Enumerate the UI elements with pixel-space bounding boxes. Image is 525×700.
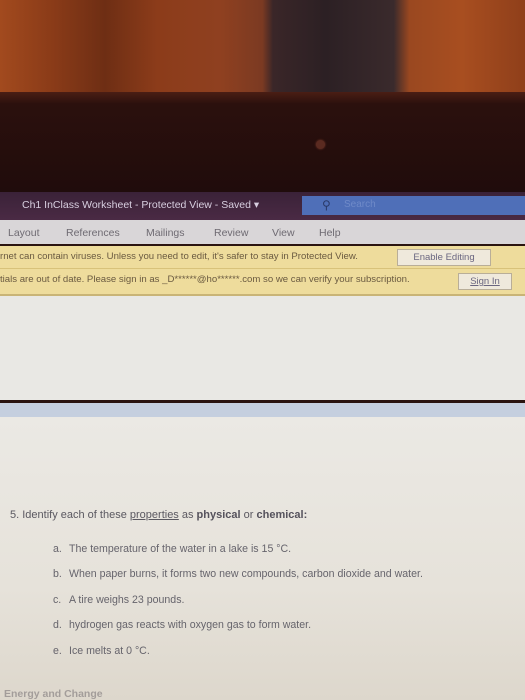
- monitor-bezel: [0, 92, 525, 192]
- signin-bar: tials are out of date. Please sign in as…: [0, 269, 525, 296]
- signin-message: tials are out of date. Please sign in as…: [0, 274, 410, 285]
- protected-view-message: rnet can contain viruses. Unless you nee…: [0, 251, 358, 262]
- item-text: The temperature of the water in a lake i…: [69, 543, 292, 555]
- properties-link: properties: [129, 509, 179, 521]
- question-text-or: or: [240, 509, 257, 521]
- question-5: 5. Identify each of these properties as …: [10, 509, 307, 521]
- protected-view-bar: rnet can contain viruses. Unless you nee…: [0, 246, 525, 269]
- ribbon-tabs: Layout References Mailings Review View H…: [0, 220, 525, 244]
- list-item: c. A tire weighs 23 pounds.: [53, 594, 184, 606]
- list-item: b. When paper burns, it forms two new com…: [53, 568, 423, 580]
- question-number: 5.: [10, 509, 20, 521]
- document-title[interactable]: Ch1 InClass Worksheet - Protected View -…: [22, 199, 259, 211]
- search-box[interactable]: ⚲ Search: [302, 196, 525, 215]
- item-label: b.: [53, 568, 62, 580]
- item-label: d.: [53, 619, 62, 631]
- question-text-pre: Identify each of these: [22, 509, 130, 521]
- list-item: e. Ice melts at 0 °C.: [53, 645, 150, 657]
- webcam-icon: [316, 140, 325, 149]
- item-label: a.: [53, 543, 62, 555]
- section-heading-energy: Energy and Change: [4, 688, 103, 700]
- tab-review[interactable]: Review: [214, 227, 248, 239]
- item-label: e.: [53, 645, 62, 657]
- item-text: A tire weighs 23 pounds.: [69, 594, 185, 606]
- page-break-gap: [0, 403, 525, 417]
- item-text: When paper burns, it forms two new compo…: [69, 568, 423, 580]
- list-item: a. The temperature of the water in a lake…: [53, 543, 291, 555]
- item-text: Ice melts at 0 °C.: [69, 645, 150, 657]
- background-wall: [0, 0, 525, 92]
- tab-help[interactable]: Help: [319, 227, 341, 239]
- question-colon: :: [303, 509, 308, 521]
- tab-view[interactable]: View: [272, 227, 295, 239]
- document-page: [0, 417, 525, 700]
- physical-bold: physical: [196, 509, 241, 521]
- item-label: c.: [53, 594, 62, 606]
- item-text: hydrogen gas reacts with oxygen gas to f…: [69, 619, 312, 631]
- title-bar: Ch1 InClass Worksheet - Protected View -…: [0, 192, 525, 220]
- search-icon: ⚲: [322, 198, 331, 212]
- tab-mailings[interactable]: Mailings: [146, 227, 185, 239]
- search-placeholder: Search: [344, 199, 376, 210]
- question-text-mid: as: [178, 509, 197, 521]
- list-item: d. hydrogen gas reacts with oxygen gas to…: [53, 619, 311, 631]
- chemical-bold: chemical: [256, 509, 304, 521]
- enable-editing-button[interactable]: Enable Editing: [397, 249, 491, 266]
- sign-in-button[interactable]: Sign In: [458, 273, 512, 290]
- document-page-previous: [0, 296, 525, 400]
- tab-references[interactable]: References: [66, 227, 120, 239]
- tab-layout[interactable]: Layout: [8, 227, 40, 239]
